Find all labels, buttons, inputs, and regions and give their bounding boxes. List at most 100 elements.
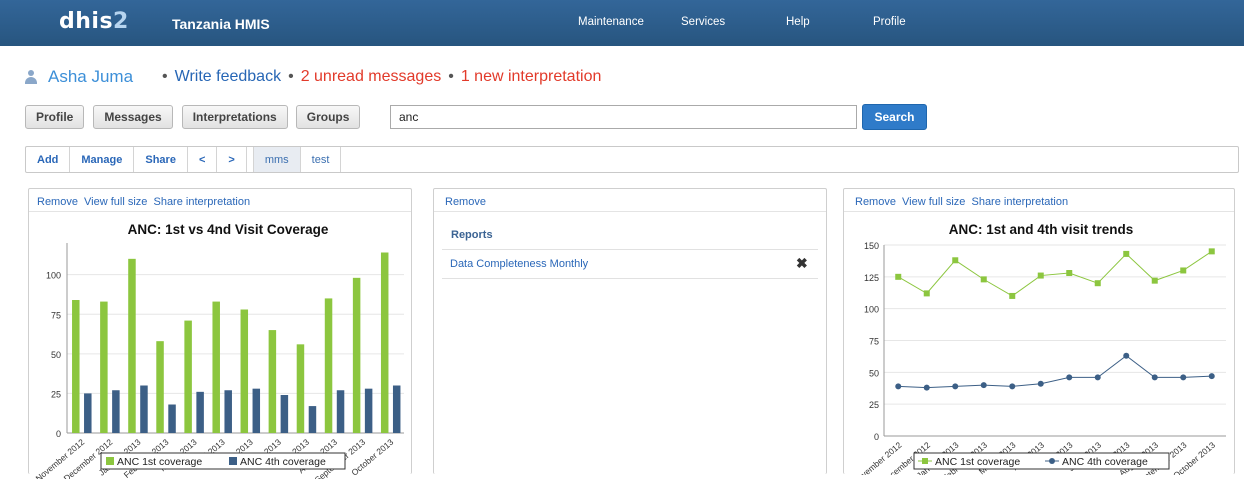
y-tick-label: 75 — [51, 310, 61, 320]
legend-label: ANC 1st coverage — [117, 456, 202, 468]
username[interactable]: Asha Juma — [48, 67, 133, 87]
y-tick-label: 100 — [46, 271, 61, 281]
bar — [224, 390, 232, 433]
data-point — [923, 290, 930, 297]
unread-messages-link[interactable]: 2 unread messages — [301, 68, 442, 86]
bar — [280, 395, 289, 433]
bar — [84, 393, 92, 433]
y-tick-label: 50 — [51, 350, 61, 360]
y-tick-label: 150 — [864, 241, 879, 251]
bar-chart: 0255075100November 2012December 2012Janu… — [34, 243, 404, 479]
share-interpretation-link[interactable]: Share interpretation — [971, 196, 1068, 208]
y-tick-label: 125 — [864, 273, 879, 283]
interpretations-button[interactable]: Interpretations — [181, 105, 288, 129]
data-point — [1123, 250, 1130, 257]
bar — [324, 298, 333, 433]
data-point — [1180, 267, 1187, 274]
separator-dot: • — [162, 68, 168, 85]
legend-swatch — [229, 457, 237, 465]
dashboard-toolbar: Add Manage Share < > mms test — [25, 146, 1239, 173]
panel-actions: Remove View full size Share interpretati… — [29, 189, 411, 212]
chart-title: ANC: 1st vs 4nd Visit Coverage — [127, 222, 329, 237]
y-tick-label: 0 — [56, 429, 61, 439]
report-item-link[interactable]: Data Completeness Monthly — [450, 258, 588, 270]
menu-profile[interactable]: Profile — [873, 16, 906, 28]
data-point — [980, 276, 987, 283]
data-point — [952, 383, 959, 390]
reports-panel: Remove Reports Data Completeness Monthly… — [433, 188, 827, 474]
bar — [336, 390, 345, 433]
write-feedback-link[interactable]: Write feedback — [175, 68, 281, 86]
y-tick-label: 50 — [869, 368, 879, 378]
bar — [128, 258, 136, 433]
bar — [268, 330, 277, 433]
bar — [196, 391, 204, 433]
data-point — [1009, 383, 1016, 390]
add-button[interactable]: Add — [26, 147, 71, 172]
remove-link[interactable]: Remove — [445, 196, 486, 208]
dashboard-tab-mms[interactable]: mms — [252, 147, 301, 172]
data-point — [1208, 248, 1215, 255]
previous-button[interactable]: < — [188, 147, 218, 172]
remove-link[interactable]: Remove — [37, 196, 78, 208]
line-chart: 0255075100125150November 2012December 20… — [851, 241, 1226, 475]
y-tick-label: 25 — [869, 400, 879, 410]
separator-dot: • — [288, 68, 294, 85]
y-tick-label: 25 — [51, 389, 61, 399]
share-button[interactable]: Share — [134, 147, 188, 172]
groups-button[interactable]: Groups — [295, 105, 361, 129]
search-input[interactable] — [390, 105, 857, 129]
y-tick-label: 75 — [869, 337, 879, 347]
section-buttons: Profile Messages Interpretations Groups — [25, 105, 366, 129]
messages-button[interactable]: Messages — [93, 105, 173, 129]
view-full-size-link[interactable]: View full size — [902, 196, 965, 208]
bar — [168, 404, 176, 433]
legend-swatch — [106, 457, 114, 465]
new-interpretation-link[interactable]: 1 new interpretation — [461, 68, 602, 86]
bar — [72, 300, 80, 433]
view-full-size-link[interactable]: View full size — [84, 196, 147, 208]
logo-text: dhis — [59, 9, 114, 34]
chart-panel-right: Remove View full size Share interpretati… — [843, 188, 1235, 475]
menu-services[interactable]: Services — [681, 16, 725, 28]
remove-report-icon[interactable]: ✖ — [796, 255, 808, 272]
logo-number: 2 — [113, 9, 129, 34]
chart-title: ANC: 1st and 4th visit trends — [948, 222, 1134, 237]
data-point — [1180, 374, 1187, 381]
data-point — [895, 273, 902, 280]
profile-button[interactable]: Profile — [25, 105, 85, 129]
data-point — [952, 257, 959, 264]
y-tick-label: 0 — [874, 432, 879, 442]
share-interpretation-link[interactable]: Share interpretation — [153, 196, 250, 208]
search-button[interactable]: Search — [862, 104, 927, 130]
next-button[interactable]: > — [217, 147, 247, 172]
manage-button[interactable]: Manage — [70, 147, 135, 172]
data-point — [980, 382, 987, 389]
system-name: Tanzania HMIS — [172, 16, 270, 32]
bar — [380, 252, 389, 433]
legend-label: ANC 4th coverage — [1062, 456, 1148, 468]
dhis2-logo[interactable]: dhis2 — [59, 9, 129, 34]
bar — [100, 301, 108, 433]
divider — [442, 278, 818, 279]
menu-maintenance[interactable]: Maintenance — [578, 16, 644, 28]
reports-title: Reports — [451, 229, 493, 241]
separator-dot: • — [448, 68, 454, 85]
legend-marker — [1049, 458, 1055, 464]
dashboard-tab-test[interactable]: test — [301, 147, 342, 172]
user-icon — [24, 70, 38, 84]
top-header-bar: dhis2 Tanzania HMIS Maintenance Services… — [0, 0, 1244, 46]
panel-actions: Remove View full size Share interpretati… — [844, 189, 1234, 212]
bar — [240, 309, 249, 433]
remove-link[interactable]: Remove — [855, 196, 896, 208]
bar — [364, 388, 373, 433]
bar — [352, 277, 361, 433]
bar — [296, 344, 305, 433]
data-point — [1151, 277, 1158, 284]
menu-help[interactable]: Help — [786, 16, 810, 28]
bar — [184, 320, 192, 433]
data-point — [1094, 280, 1101, 287]
data-point — [923, 384, 930, 391]
chart-panel-left: Remove View full size Share interpretati… — [28, 188, 412, 479]
data-point — [1037, 272, 1044, 279]
